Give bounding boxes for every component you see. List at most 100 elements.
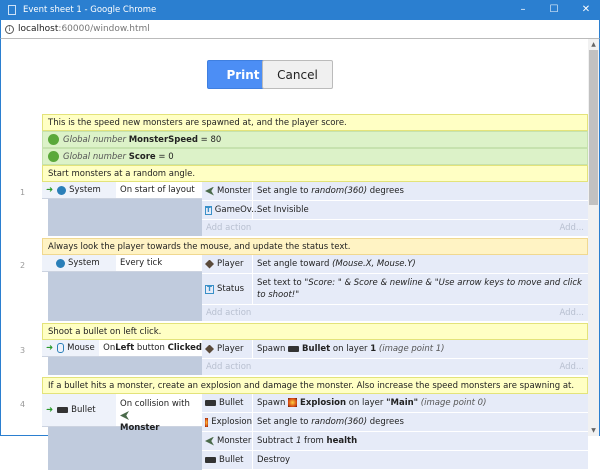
act-object: Explosion bbox=[211, 417, 252, 427]
event-3[interactable]: 3 ➜ Mouse On Left button Clicked Player Spa… bbox=[20, 340, 588, 375]
act-text: Set angle to bbox=[257, 186, 312, 196]
event-1[interactable]: 1 ➜ System On start of layout Monster Set a… bbox=[20, 182, 588, 236]
add-action-link[interactable]: Add action bbox=[206, 362, 251, 372]
cond-object: System bbox=[68, 258, 100, 268]
explosion-icon bbox=[205, 417, 209, 427]
condition[interactable]: ➜ System On start of layout bbox=[42, 182, 202, 199]
comment: Start monsters at a random angle. bbox=[42, 165, 588, 182]
comment: Shoot a bullet on left click. bbox=[42, 323, 588, 340]
cond-text: On start of layout bbox=[116, 182, 202, 198]
comment: This is the speed new monsters are spawn… bbox=[42, 114, 588, 131]
cond-text: On collision with bbox=[120, 399, 190, 409]
condition[interactable]: ➜ Mouse On Left button Clicked bbox=[42, 340, 202, 357]
scrollbar[interactable]: ▲ ▼ bbox=[588, 39, 599, 436]
monster-icon bbox=[205, 186, 214, 196]
cond-param: Clicked bbox=[167, 343, 202, 353]
act-object: Player bbox=[217, 344, 244, 354]
act-text: Set text to bbox=[257, 278, 305, 288]
add-action-link[interactable]: Add action bbox=[206, 308, 251, 318]
add-more-link[interactable]: Add... bbox=[559, 223, 584, 233]
maximize-button[interactable]: ☐ bbox=[540, 0, 568, 20]
explosion-icon bbox=[288, 398, 298, 407]
text-object-icon: T bbox=[205, 284, 214, 294]
condition[interactable]: ➜ Bullet On collision with Monster bbox=[42, 394, 202, 433]
var-name: MonsterSpeed bbox=[128, 134, 198, 145]
trigger-arrow-icon: ➜ bbox=[46, 343, 54, 353]
event-4[interactable]: 4 ➜ Bullet On collision with Monster Bulle… bbox=[20, 394, 588, 470]
add-more-link[interactable]: Add... bbox=[559, 308, 584, 318]
condition[interactable]: System Every tick bbox=[42, 255, 202, 272]
bullet-icon bbox=[288, 345, 300, 352]
monster-icon bbox=[120, 411, 129, 420]
scrollbar-thumb[interactable] bbox=[589, 50, 598, 205]
act-text: Set angle to bbox=[257, 417, 312, 427]
event-number: 4 bbox=[20, 400, 26, 409]
action[interactable]: Player Set angle toward (Mouse.X, Mouse.Y… bbox=[202, 255, 588, 274]
cancel-button[interactable]: Cancel bbox=[262, 60, 333, 89]
cond-object: System bbox=[69, 185, 101, 195]
add-action-link[interactable]: Add action bbox=[206, 223, 251, 233]
text-object-icon: T bbox=[205, 205, 212, 215]
cond-text: On bbox=[103, 343, 116, 353]
monster-icon bbox=[205, 436, 214, 446]
act-text: Set Invisible bbox=[257, 205, 309, 215]
act-object: Monster bbox=[217, 186, 252, 196]
act-object: Monster bbox=[217, 436, 252, 446]
url-host: localhost bbox=[18, 24, 59, 34]
action[interactable]: Bullet Destroy bbox=[202, 451, 588, 470]
close-button[interactable]: ✕ bbox=[572, 0, 600, 20]
scroll-up-icon[interactable]: ▲ bbox=[588, 41, 599, 48]
action[interactable]: T Status Set text to "Score: " & Score & n… bbox=[202, 274, 588, 305]
bullet-icon bbox=[57, 407, 69, 413]
act-text: from bbox=[301, 436, 327, 446]
act-object: Bullet bbox=[219, 455, 244, 465]
global-variable[interactable]: Global number MonsterSpeed = 80 bbox=[42, 131, 588, 148]
act-param: health bbox=[326, 436, 358, 446]
act-param: Explosion bbox=[300, 398, 347, 408]
act-text: Spawn bbox=[257, 398, 289, 408]
cond-object: Mouse bbox=[67, 343, 95, 353]
scroll-down-icon[interactable]: ▼ bbox=[588, 427, 599, 434]
cond-object: Bullet bbox=[71, 405, 96, 415]
act-param: (image point 1) bbox=[376, 344, 445, 354]
act-object: Bullet bbox=[219, 398, 244, 408]
url-path: :60000/window.html bbox=[58, 24, 150, 34]
cond-text: button bbox=[134, 343, 168, 353]
action[interactable]: T GameOv... Set Invisible bbox=[202, 201, 588, 220]
event-sheet: This is the speed new monsters are spawn… bbox=[20, 114, 588, 470]
gear-icon bbox=[57, 185, 67, 195]
page-icon bbox=[8, 5, 16, 15]
event-2[interactable]: 2 System Every tick Player Set angle towar… bbox=[20, 255, 588, 321]
action[interactable]: Monster Subtract 1 from health bbox=[202, 432, 588, 451]
act-param: "Score: " & Score & newline & "Use arrow… bbox=[257, 278, 582, 300]
bullet-icon bbox=[205, 400, 216, 406]
act-object: Player bbox=[217, 259, 244, 269]
act-param: (image point 0) bbox=[418, 398, 487, 408]
add-more-link[interactable]: Add... bbox=[559, 362, 584, 372]
act-param: random(360) bbox=[311, 417, 368, 427]
act-param: "Main" bbox=[386, 398, 419, 408]
action[interactable]: Bullet Spawn Explosion on layer "Main" (i… bbox=[202, 394, 588, 413]
cond-param: Left bbox=[115, 343, 135, 353]
event-number: 3 bbox=[20, 346, 26, 355]
player-icon bbox=[205, 344, 214, 354]
act-text: on layer bbox=[346, 398, 387, 408]
comment: If a bullet hits a monster, create an ex… bbox=[42, 377, 588, 394]
action[interactable]: Monster Set angle to random(360) degrees bbox=[202, 182, 588, 201]
minimize-button[interactable]: – bbox=[509, 0, 537, 20]
info-icon[interactable]: i bbox=[5, 24, 14, 34]
act-text: Set angle toward bbox=[257, 259, 333, 269]
comment: Always look the player towards the mouse… bbox=[42, 238, 588, 255]
var-value: = 0 bbox=[158, 151, 174, 162]
act-text: degrees bbox=[367, 186, 404, 196]
address-bar[interactable]: i localhost:60000/window.html bbox=[0, 20, 600, 39]
global-variable[interactable]: Global number Score = 0 bbox=[42, 148, 588, 165]
mouse-icon bbox=[57, 343, 65, 353]
action[interactable]: Player Spawn Bullet on layer 1 (image poi… bbox=[202, 340, 588, 359]
var-value: = 80 bbox=[200, 134, 222, 145]
globe-icon bbox=[48, 151, 59, 162]
act-object: Status bbox=[217, 284, 245, 294]
event-number: 2 bbox=[20, 261, 26, 270]
action[interactable]: Explosion Set angle to random(360) degree… bbox=[202, 413, 588, 432]
window-title: Event sheet 1 - Google Chrome bbox=[23, 5, 157, 15]
